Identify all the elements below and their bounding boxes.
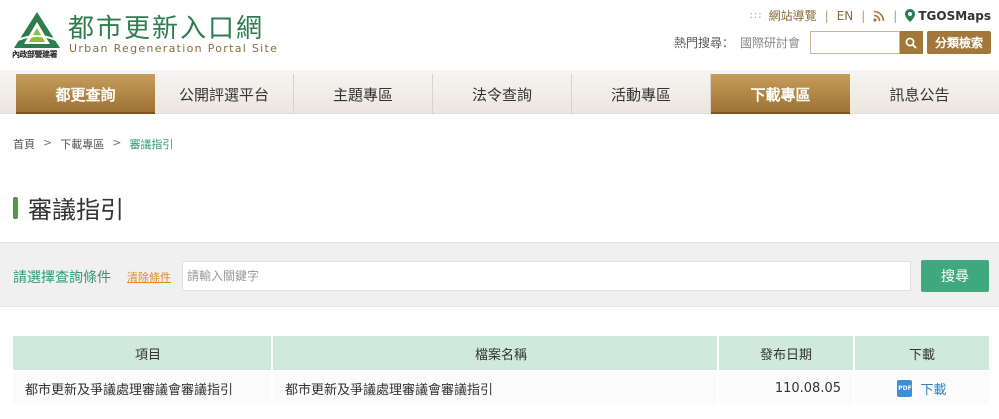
- nav-item-urban-renewal-query[interactable]: 都更查詢: [16, 74, 155, 114]
- breadcrumb-home[interactable]: 首頁: [13, 136, 35, 152]
- cell-download: PDF 下載: [854, 370, 989, 405]
- site-search-input[interactable]: [809, 31, 900, 54]
- download-link[interactable]: PDF 下載: [897, 379, 947, 398]
- cell-filename: 都市更新及爭議處理審議會審議指引: [272, 370, 719, 405]
- nav-item-public-selection[interactable]: 公開評選平台: [155, 74, 294, 114]
- filter-label: 請選擇查詢條件: [13, 270, 111, 286]
- top-links: ::: 網站導覽 | EN | | TGOSMaps: [750, 7, 991, 24]
- hot-search-item[interactable]: 國際研討會: [740, 34, 800, 51]
- english-link[interactable]: EN: [837, 9, 854, 23]
- page-title: 審議指引: [13, 190, 124, 225]
- cell-date: 110.08.05: [718, 370, 855, 405]
- breadcrumb-separator-icon: >: [43, 136, 53, 149]
- keyword-input[interactable]: [182, 261, 911, 291]
- search-button[interactable]: 搜尋: [921, 260, 989, 292]
- column-header-date: 發布日期: [718, 336, 855, 371]
- search-icon: [906, 37, 918, 49]
- filter-panel: 請選擇查詢條件 清除條件 搜尋: [0, 242, 999, 307]
- downloads-table: 項目 檔案名稱 發布日期 下載 都市更新及爭議處理審議會審議指引 都市更新及爭議…: [13, 336, 989, 405]
- nav-item-topics[interactable]: 主題專區: [294, 74, 433, 114]
- site-search-button[interactable]: [899, 31, 923, 54]
- breadcrumb-section[interactable]: 下載專區: [60, 136, 104, 152]
- tgos-maps-link[interactable]: TGOSMaps: [918, 9, 991, 23]
- title-accent-bar: [13, 196, 18, 219]
- nav-item-downloads[interactable]: 下載專區: [711, 74, 850, 114]
- breadcrumb: 首頁 > 下載專區 > 審議指引: [13, 136, 173, 152]
- main-nav: 都更查詢 公開評選平台 主題專區 法令查詢 活動專區 下載專區 訊息公告: [0, 70, 999, 114]
- divider: |: [861, 8, 866, 23]
- hot-search-bar: 熱門搜尋： 國際研討會 分類檢索: [674, 31, 991, 54]
- nav-item-regulations[interactable]: 法令查詢: [433, 74, 572, 114]
- dots-icon: :::: [749, 10, 763, 21]
- breadcrumb-separator-icon: >: [112, 136, 122, 149]
- divider: |: [893, 8, 898, 23]
- pdf-file-icon: PDF: [897, 380, 913, 397]
- table-header-row: 項目 檔案名稱 發布日期 下載: [13, 336, 989, 371]
- rss-icon[interactable]: [873, 10, 885, 22]
- site-title: 都市更新入口網: [68, 14, 265, 44]
- sitemap-link[interactable]: 網站導覽: [769, 7, 817, 24]
- column-header-filename: 檔案名稱: [272, 336, 719, 371]
- page-title-text: 審議指引: [28, 196, 124, 224]
- map-pin-icon: [905, 9, 916, 22]
- agency-name: 內政部營建署: [12, 50, 58, 59]
- divider: |: [824, 8, 829, 23]
- site-logo[interactable]: 內政部營建署 都市更新入口網 Urban Regeneration Portal…: [12, 8, 277, 59]
- download-label: 下載: [920, 383, 947, 398]
- site-header: 內政部營建署 都市更新入口網 Urban Regeneration Portal…: [0, 0, 999, 70]
- category-search-button[interactable]: 分類檢索: [926, 31, 991, 54]
- cell-item: 都市更新及爭議處理審議會審議指引: [13, 370, 273, 405]
- hot-search-label: 熱門搜尋：: [673, 36, 734, 50]
- table-row: 都市更新及爭議處理審議會審議指引 都市更新及爭議處理審議會審議指引 110.08…: [13, 370, 989, 405]
- column-header-download: 下載: [854, 336, 989, 371]
- clear-filter-link[interactable]: 清除條件: [127, 269, 171, 285]
- breadcrumb-current: 審議指引: [129, 138, 174, 151]
- nav-item-announcements[interactable]: 訊息公告: [850, 74, 989, 114]
- column-header-item: 項目: [13, 336, 273, 371]
- logo-emblem-icon: [14, 12, 60, 48]
- site-subtitle: Urban Regeneration Portal Site: [69, 42, 279, 55]
- nav-item-events[interactable]: 活動專區: [572, 74, 711, 114]
